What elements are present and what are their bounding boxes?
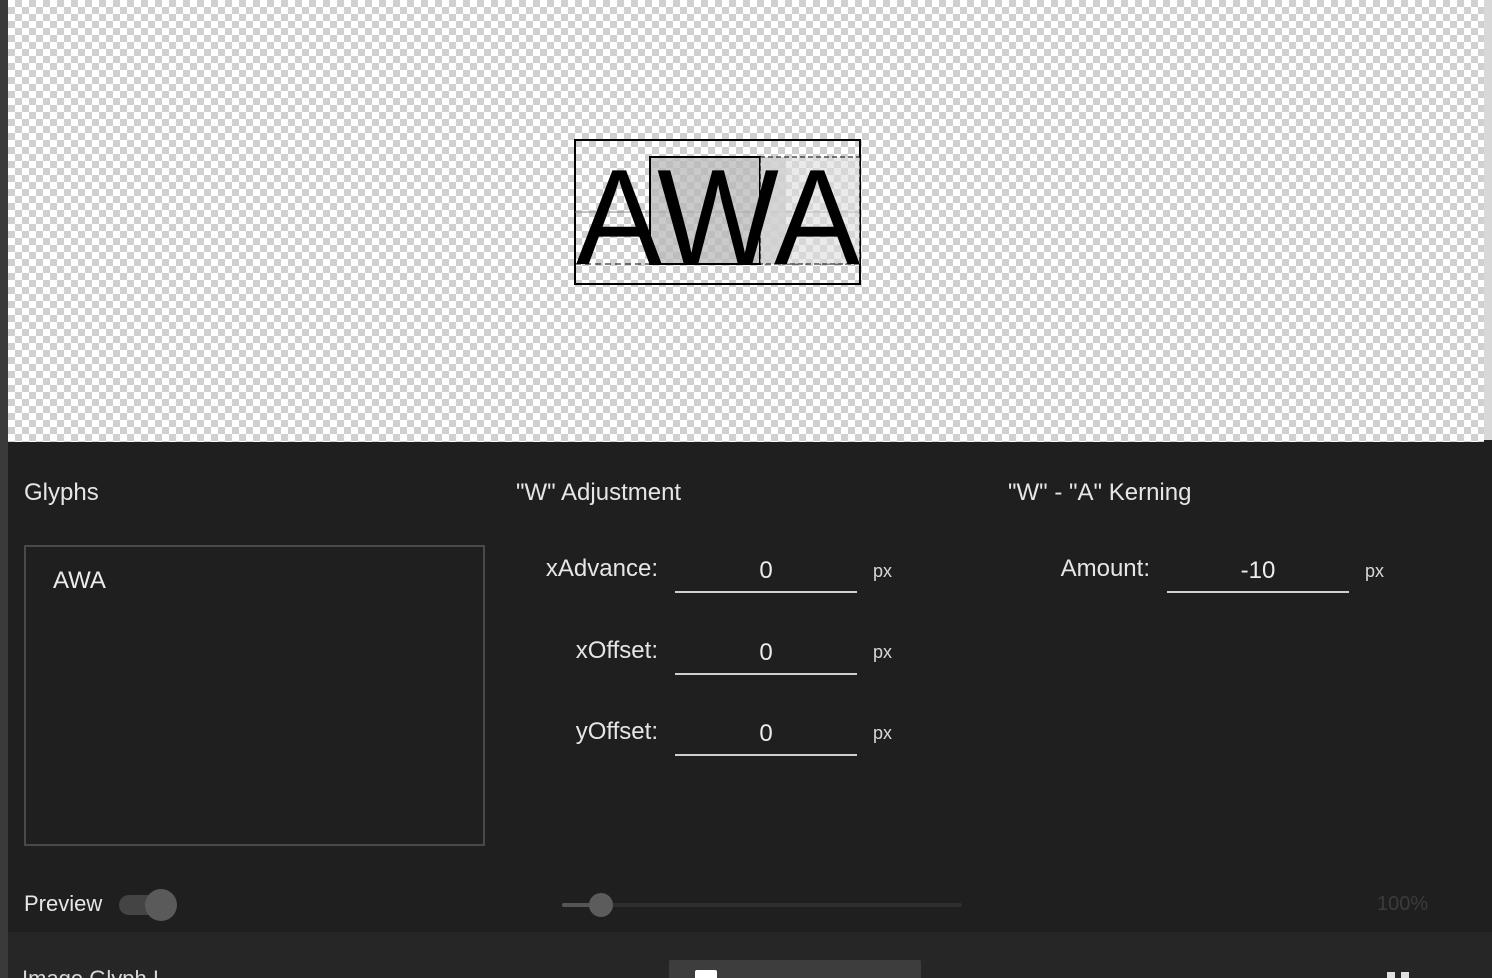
xadvance-unit: px: [873, 561, 893, 581]
glyphs-panel-title: Glyphs: [24, 479, 99, 506]
preview-label: Preview: [24, 891, 103, 916]
kerning-amount-input[interactable]: [1167, 551, 1349, 593]
glyph-preview-drawing: AWA: [574, 139, 861, 292]
xadvance-input[interactable]: [675, 551, 857, 593]
xoffset-label: xOffset:: [575, 637, 658, 664]
zoom-slider[interactable]: [562, 903, 962, 907]
right-window-edge: [1484, 0, 1492, 440]
preview-toggle-knob[interactable]: [145, 889, 177, 921]
xoffset-input[interactable]: [675, 633, 857, 675]
left-window-edge: [0, 0, 8, 978]
glyphs-text-area[interactable]: AWA: [24, 545, 485, 846]
pause-icon[interactable]: [1387, 972, 1411, 978]
zoom-slider-handle[interactable]: [589, 893, 613, 917]
xoffset-unit: px: [873, 642, 893, 662]
yoffset-label: yOffset:: [575, 718, 658, 745]
adjustment-panel-title: "W" Adjustment: [516, 479, 682, 506]
footer-partial-label: Image Glyph I: [22, 968, 159, 978]
glyph-preview-text: AWA: [576, 141, 860, 292]
app-window: AWA Glyphs AWA "W" Adjustment xAdvance: …: [0, 0, 1492, 978]
kerning-amount-label: Amount:: [1060, 555, 1150, 582]
yoffset-unit: px: [873, 723, 893, 743]
kerning-panel-title: "W" - "A" Kerning: [1008, 479, 1192, 506]
kerning-amount-unit: px: [1365, 561, 1385, 581]
glyphs-text: AWA: [53, 567, 106, 594]
xadvance-label: xAdvance:: [545, 555, 658, 582]
footer-button-icon: [695, 970, 717, 978]
zoom-readout: 100%: [1377, 893, 1429, 915]
yoffset-input[interactable]: [675, 714, 857, 756]
